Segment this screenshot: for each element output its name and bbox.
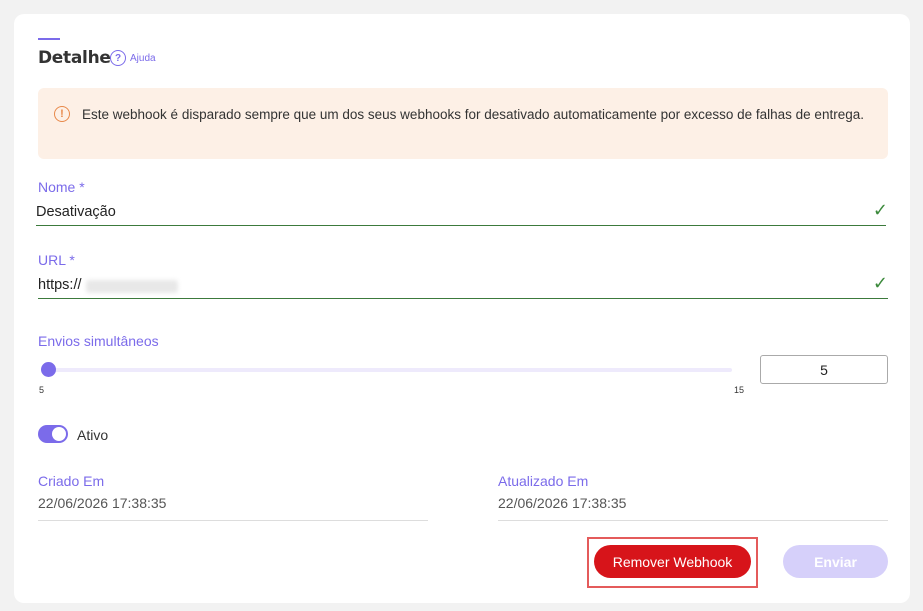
help-link[interactable]: ? Ajuda [110, 50, 156, 66]
page-title: Detalhe [38, 48, 111, 68]
active-toggle-knob [52, 427, 66, 441]
active-label: Ativo [77, 427, 109, 443]
active-toggle[interactable] [38, 425, 68, 443]
title-accent-bar [38, 38, 60, 40]
name-label: Nome * [38, 179, 85, 195]
remove-webhook-button[interactable]: Remover Webhook [594, 545, 751, 578]
concurrency-slider-track[interactable] [48, 368, 732, 372]
slider-max-label: 15 [734, 385, 745, 395]
url-label: URL * [38, 252, 75, 268]
updated-label: Atualizado Em [498, 473, 589, 489]
updated-divider [498, 520, 888, 521]
send-button[interactable]: Enviar [783, 545, 888, 578]
alert-text: Este webhook é disparado sempre que um d… [82, 107, 864, 122]
help-label: Ajuda [130, 52, 156, 64]
warning-circle-icon: ! [54, 106, 70, 122]
concurrency-number-input[interactable] [760, 355, 888, 384]
url-redacted [86, 280, 178, 293]
concurrency-label: Envios simultâneos [38, 333, 159, 349]
info-alert: ! Este webhook é disparado sempre que um… [38, 88, 888, 159]
created-value: 22/06/2026 17:38:35 [38, 495, 167, 511]
updated-value: 22/06/2026 17:38:35 [498, 495, 627, 511]
concurrency-slider-thumb[interactable] [41, 362, 56, 377]
name-input[interactable] [36, 198, 886, 226]
question-circle-icon: ? [110, 50, 126, 66]
slider-min-label: 5 [39, 385, 45, 395]
url-valid-check-icon: ✓ [872, 273, 888, 293]
created-label: Criado Em [38, 473, 105, 489]
created-divider [38, 520, 428, 521]
name-valid-check-icon: ✓ [872, 200, 888, 220]
